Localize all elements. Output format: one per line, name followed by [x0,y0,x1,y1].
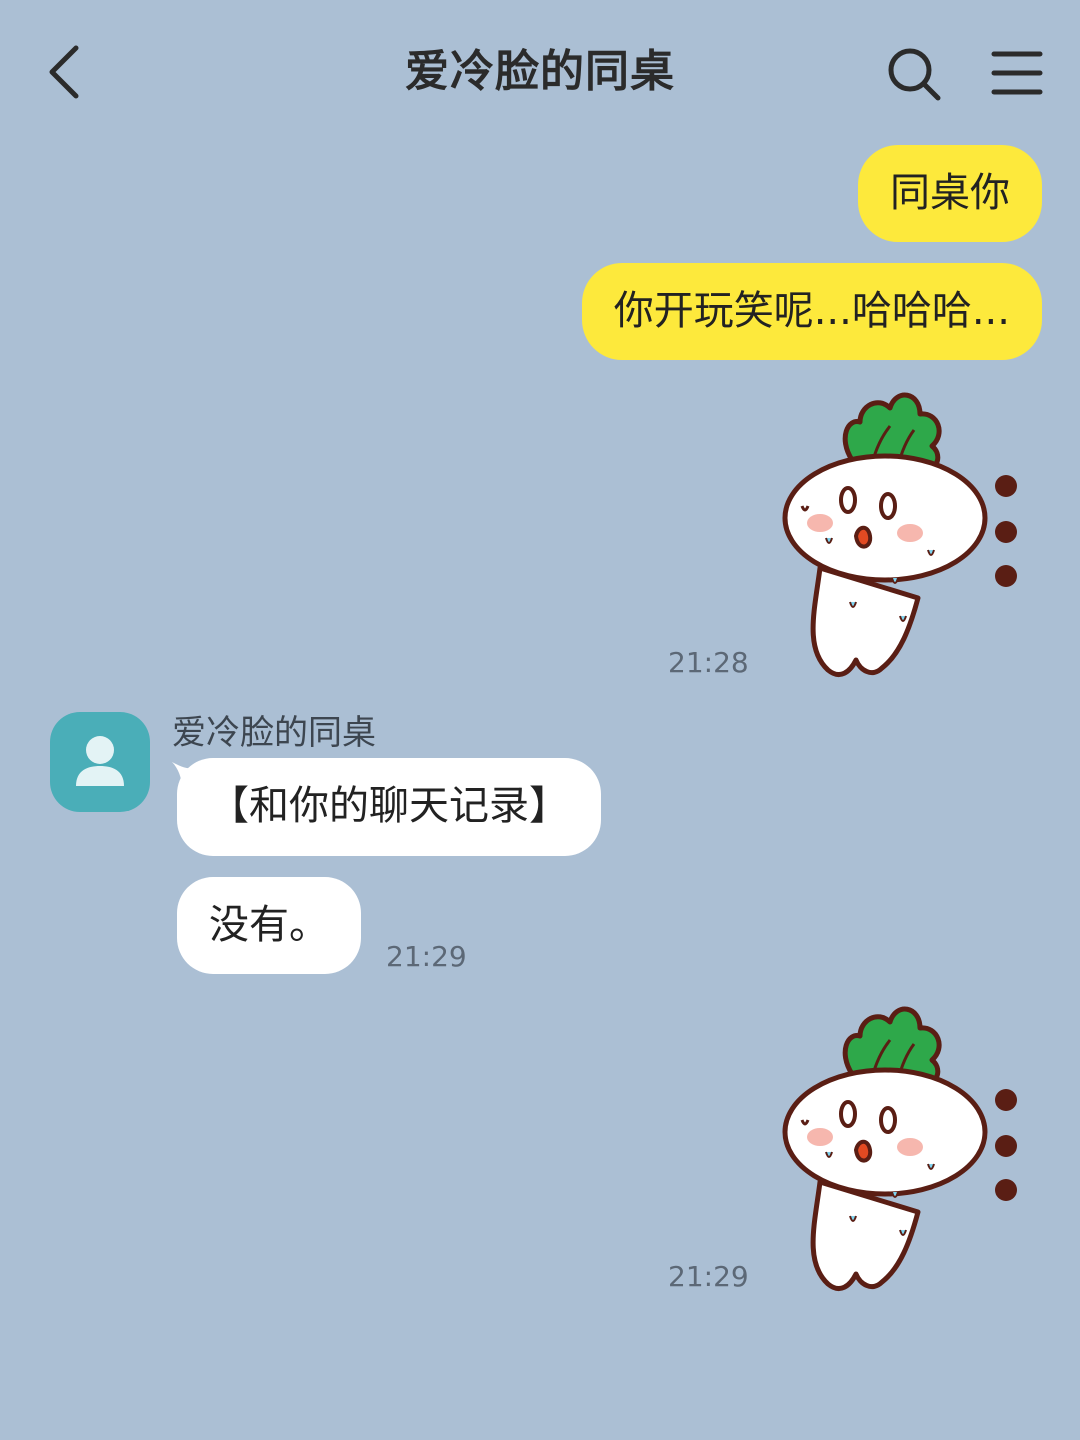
crying-radish-icon [782,1006,1017,1291]
search-button[interactable] [884,44,944,104]
incoming-message-bubble[interactable]: 没有。 [177,877,361,974]
menu-icon [991,51,1043,95]
chat-header: 爱冷脸的同桌 [0,0,1080,145]
search-icon [888,48,941,101]
chevron-left-icon [49,45,79,99]
page-title: 爱冷脸的同桌 [405,46,675,97]
crying-radish-icon [782,392,1017,677]
message-timestamp: 21:29 [386,940,467,973]
message-timestamp: 21:28 [668,646,749,679]
outgoing-message-bubble[interactable]: 你开玩笑呢...哈哈哈... [581,263,1042,360]
crying-radish-sticker[interactable] [760,378,1040,688]
incoming-message-bubble[interactable]: 【和你的聊天记录】 [177,758,601,856]
menu-button[interactable] [990,48,1044,98]
back-button[interactable] [40,40,90,104]
contact-avatar[interactable] [50,712,150,812]
message-timestamp: 21:29 [668,1260,749,1293]
sender-name: 爱冷脸的同桌 [172,713,376,753]
user-icon [76,736,124,786]
outgoing-message-bubble[interactable]: 同桌你 [858,145,1042,242]
crying-radish-sticker[interactable] [760,992,1040,1302]
